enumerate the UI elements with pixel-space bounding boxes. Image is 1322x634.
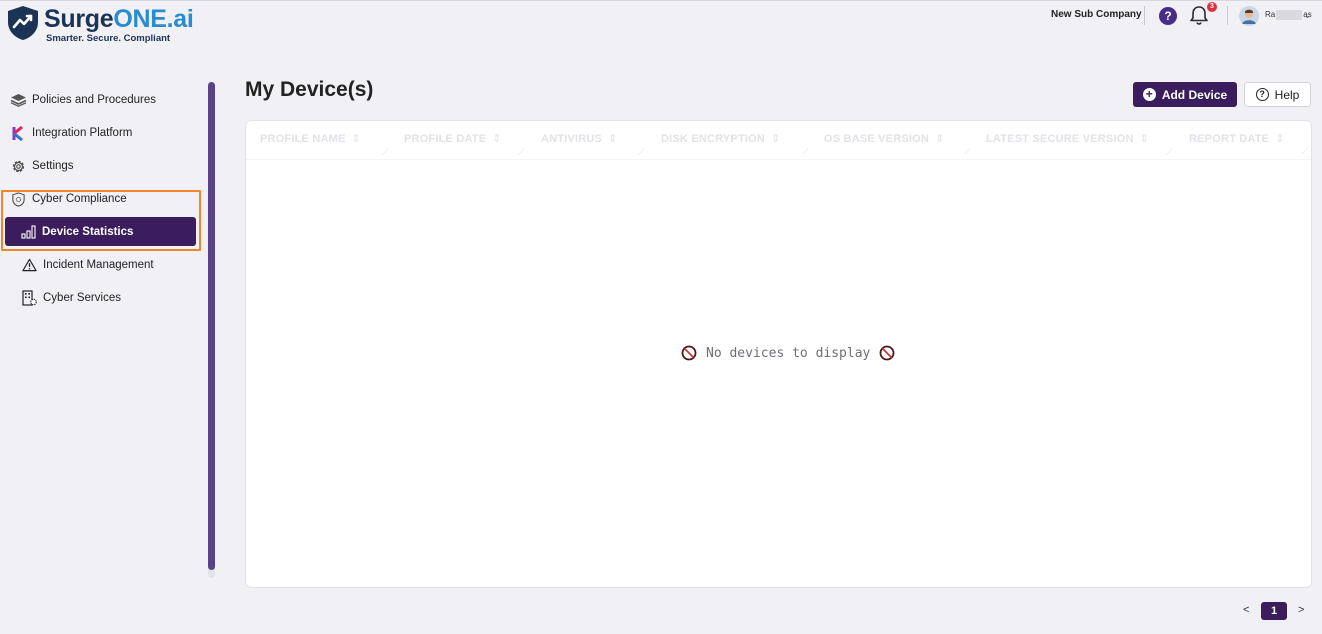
redacted-name [1276,10,1303,20]
column-label: REPORT DATE [1189,133,1270,145]
help-label: Help [1274,87,1300,102]
sort-icon[interactable]: ⇕ [352,133,361,145]
column-label: LATEST SECURE VERSION [986,133,1134,145]
user-avatar[interactable] [1239,6,1259,26]
pagination-prev[interactable]: < [1243,604,1249,616]
column-label: OS BASE VERSION [824,133,930,145]
column-header-report-date[interactable]: REPORT DATE ⇕ [1189,132,1285,145]
brand-name: SurgeONE.ai [44,5,194,34]
plus-circle-icon: + [1142,88,1156,101]
sort-icon[interactable]: ⇕ [492,133,501,145]
sort-icon[interactable]: ⇕ [1140,133,1149,145]
building-gear-icon [20,289,38,307]
avatar-icon [1239,6,1259,26]
sort-icon[interactable]: ⇕ [935,133,944,145]
column-header-profile-name[interactable]: PROFILE NAME ⇕ [260,132,361,145]
column-header-profile-date[interactable]: PROFILE DATE ⇕ [404,132,502,145]
warning-icon [20,256,38,274]
column-header-disk-encryption[interactable]: DISK ENCRYPTION ⇕ [661,132,780,145]
sidebar-item-device-statistics[interactable]: Device Statistics [5,217,196,246]
header-divider [1227,6,1228,25]
notification-badge: 3 [1207,2,1217,12]
brand-name-part1: Surge [44,5,114,33]
k-logo-icon [9,124,27,142]
sidebar-item-label: Device Statistics [42,225,134,238]
devices-table-card: PROFILE NAME ⇕ ⟋ PROFILE DATE ⇕ ⟋ ANTIVIRU… [245,120,1312,588]
add-device-label: Add Device [1161,87,1228,102]
shield-gear-icon [9,190,27,208]
gear-icon [9,157,27,175]
sidebar-item-label: Cyber Compliance [32,193,127,205]
brand-name-part2: ONE.ai [113,5,194,33]
column-resize-handle[interactable]: ⟋ [1166,147,1172,158]
column-resize-handle[interactable]: ⟋ [964,147,970,158]
column-resize-handle[interactable]: ⟋ [518,147,524,158]
top-header: SurgeONE.ai Smarter. Secure. Compliant N… [0,0,1322,48]
prohibited-icon [879,345,895,361]
sidebar-item-label: Cyber Services [43,292,121,304]
sidebar-scrollbar-thumb[interactable] [208,82,215,570]
column-header-latest-secure-version[interactable]: LATEST SECURE VERSION ⇕ [986,132,1149,145]
question-icon: ? [1255,88,1269,101]
column-label: DISK ENCRYPTION [661,133,766,145]
sidebar-item-policies[interactable]: Policies and Procedures [9,85,199,115]
column-header-antivirus[interactable]: ANTIVIRUS ⇕ [541,132,618,145]
prohibited-icon [681,345,697,361]
company-switcher[interactable]: New Sub Company [1051,9,1142,20]
brand-logo[interactable]: SurgeONE.ai Smarter. Secure. Compliant [6,5,196,45]
header-divider [1144,6,1145,25]
sidebar-item-label: Settings [32,160,74,172]
pagination-page-current[interactable]: 1 [1261,602,1287,620]
empty-state: No devices to display [672,345,904,361]
sort-icon[interactable]: ⇕ [608,133,617,145]
sidebar-item-label: Policies and Procedures [32,94,157,106]
sidebar-item-incident-management[interactable]: Incident Management [20,250,210,280]
sidebar-item-cyber-services[interactable]: Cyber Services [20,283,210,313]
user-name-start: Ra [1265,10,1276,20]
sidebar-item-label: Incident Management [43,259,154,271]
bar-chart-icon [21,224,37,239]
sort-icon[interactable]: ⇕ [1275,133,1284,145]
table-header-divider [246,159,1311,160]
page-title: My Device(s) [245,78,374,101]
column-label: PROFILE NAME [260,133,346,145]
layers-icon [9,91,27,109]
sidebar-item-settings[interactable]: Settings [9,151,199,181]
sidebar-item-label: Integration Platform [32,127,133,139]
column-resize-handle[interactable]: ⟋ [638,147,644,158]
column-resize-handle[interactable]: ⟋ [1301,147,1307,158]
brand-tagline: Smarter. Secure. Compliant [46,33,171,44]
help-button[interactable]: ? Help [1244,82,1311,107]
column-resize-handle[interactable]: ⟋ [802,147,808,158]
chevron-down-icon[interactable]: ⌄ [1304,11,1311,20]
column-label: PROFILE DATE [404,133,487,145]
sidebar-item-integration[interactable]: Integration Platform [9,118,199,148]
column-label: ANTIVIRUS [541,133,603,145]
add-device-button[interactable]: + Add Device [1133,82,1237,107]
sidebar: Policies and Procedures Integration Plat… [0,80,205,580]
pagination-next[interactable]: > [1298,604,1304,616]
sort-icon[interactable]: ⇕ [771,133,780,145]
column-header-os-base-version[interactable]: OS BASE VERSION ⇕ [824,132,945,145]
empty-message: No devices to display [706,345,871,361]
shield-logo-icon [8,6,38,40]
column-resize-handle[interactable]: ⟋ [382,147,388,158]
help-icon[interactable]: ? [1159,7,1177,25]
sidebar-item-cyber-compliance[interactable]: Cyber Compliance [9,184,199,214]
